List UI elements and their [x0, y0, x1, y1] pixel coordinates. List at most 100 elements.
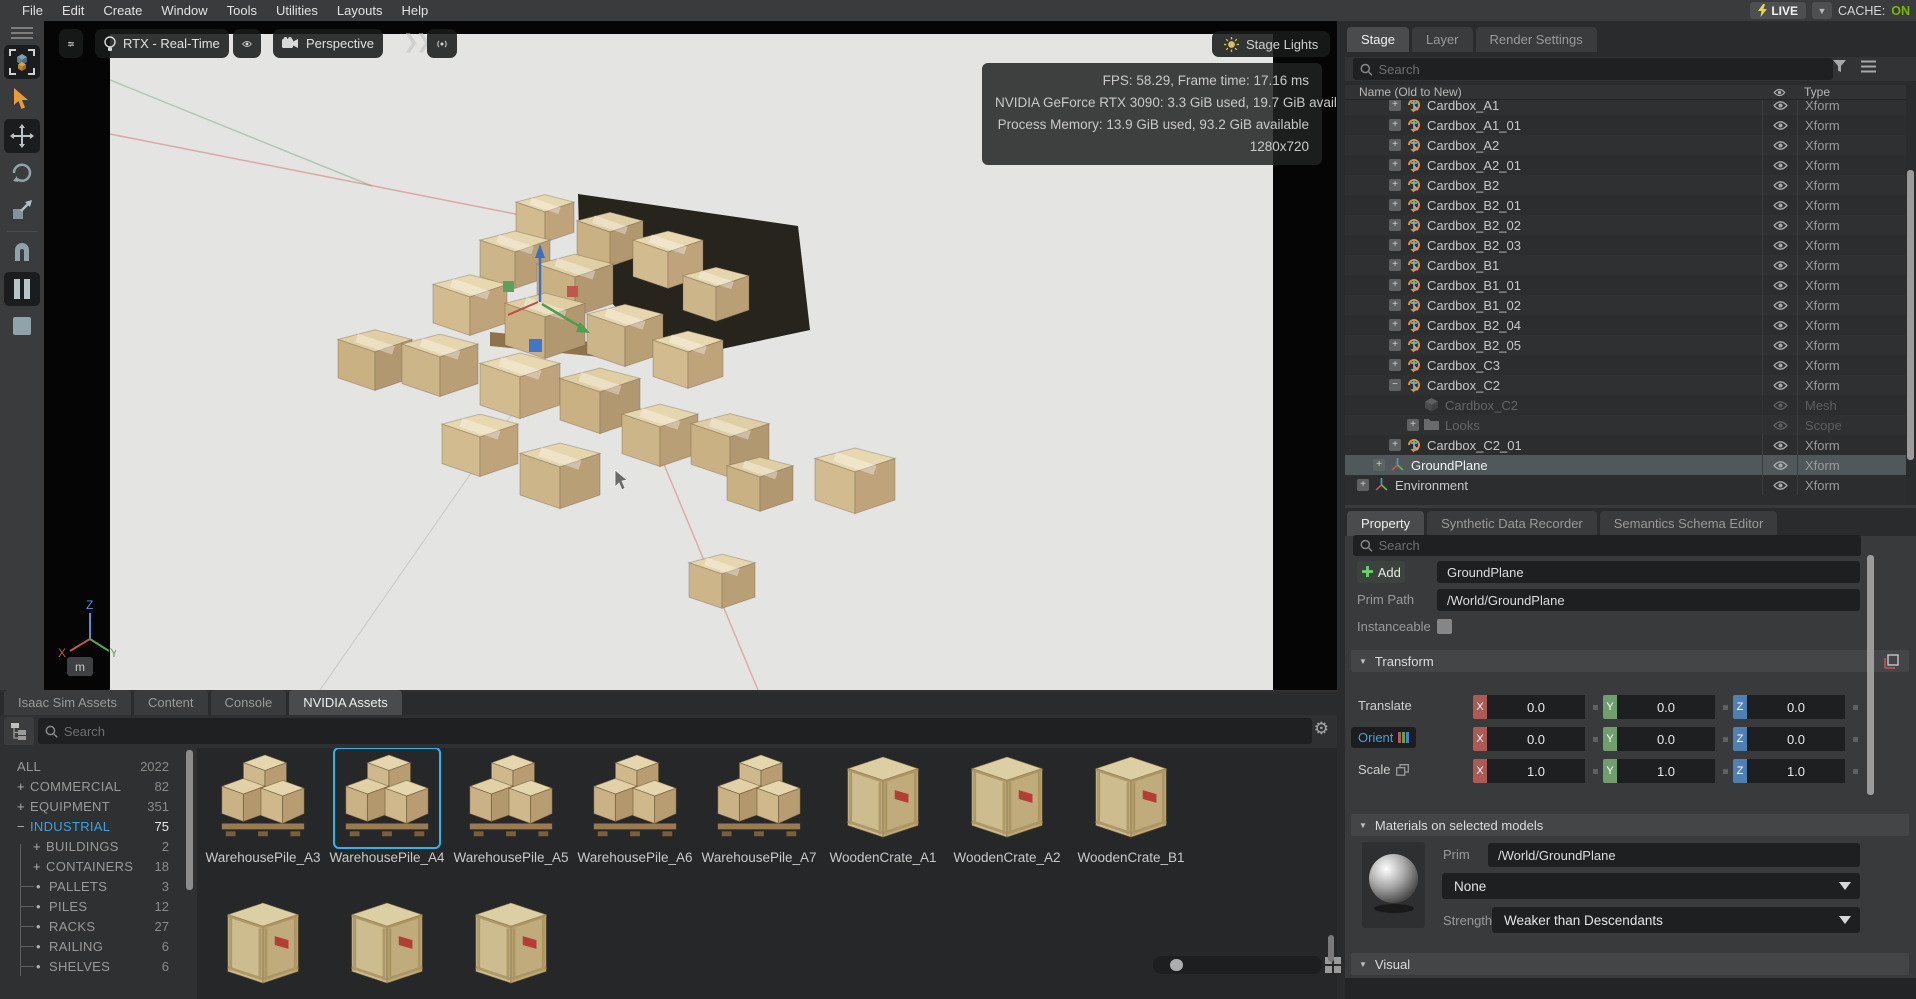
- material-prim-field[interactable]: [1488, 843, 1860, 867]
- visibility-eye-icon[interactable]: [1762, 395, 1797, 415]
- stage-tree-row[interactable]: + Cardbox_C3 Xform: [1345, 355, 1906, 375]
- category-expand-glyph[interactable]: +: [17, 799, 30, 814]
- property-search-input[interactable]: [1379, 538, 1854, 553]
- visibility-eye-icon[interactable]: [1762, 335, 1797, 355]
- stage-tree-row[interactable]: + Cardbox_B2_01 Xform: [1345, 195, 1906, 215]
- stage-tab[interactable]: Stage: [1347, 27, 1409, 52]
- render-settings-button[interactable]: [59, 29, 83, 58]
- asset-item[interactable]: WarehousePile_A6: [579, 749, 691, 865]
- visibility-eye-icon[interactable]: [1762, 115, 1797, 135]
- expand-toggle[interactable]: −: [1389, 379, 1401, 391]
- y-value-field[interactable]: [1617, 727, 1715, 751]
- asset-item[interactable]: [207, 895, 319, 993]
- asset-thumbnail[interactable]: [459, 749, 563, 847]
- expand-toggle[interactable]: +: [1407, 419, 1419, 431]
- property-scrollbar[interactable]: [1867, 555, 1874, 795]
- expand-toggle[interactable]: +: [1389, 259, 1401, 271]
- expand-toggle[interactable]: +: [1389, 339, 1401, 351]
- stage-tree-scrollbar[interactable]: [1907, 170, 1914, 460]
- visual-section-header[interactable]: ▼ Visual: [1351, 953, 1909, 975]
- cursor-select-icon[interactable]: [4, 82, 40, 116]
- visibility-eye-icon[interactable]: [1762, 475, 1797, 495]
- asset-item[interactable]: [455, 895, 567, 993]
- assets-search-input[interactable]: [64, 724, 1305, 739]
- browser-tab[interactable]: NVIDIA Assets: [289, 690, 402, 715]
- expand-toggle[interactable]: +: [1389, 299, 1401, 311]
- stage-lights-button[interactable]: Stage Lights: [1212, 31, 1330, 57]
- category-item[interactable]: • PILES 12: [0, 896, 197, 916]
- column-type[interactable]: Type: [1797, 85, 1906, 99]
- asset-item[interactable]: [331, 895, 443, 993]
- category-item[interactable]: + EQUIPMENT 351: [0, 796, 197, 816]
- expand-toggle[interactable]: +: [1389, 199, 1401, 211]
- expand-toggle[interactable]: +: [1357, 479, 1369, 491]
- prim-name-field[interactable]: [1437, 561, 1860, 583]
- stage-tree-row[interactable]: + Cardbox_C2_01 Xform: [1345, 435, 1906, 455]
- snap-magnet-icon[interactable]: [4, 235, 40, 269]
- stage-tab[interactable]: Render Settings: [1476, 27, 1597, 52]
- reset-dot[interactable]: [1723, 737, 1728, 742]
- category-item[interactable]: • RAILING 6: [0, 936, 197, 956]
- visibility-eye-icon[interactable]: [1762, 255, 1797, 275]
- property-search-field[interactable]: [1353, 535, 1861, 556]
- live-dropdown-button[interactable]: ▼: [1812, 2, 1832, 19]
- category-expand-glyph[interactable]: •: [36, 939, 49, 954]
- live-sync-button[interactable]: LIVE: [1750, 2, 1806, 19]
- visibility-eye-icon[interactable]: [1762, 235, 1797, 255]
- column-name[interactable]: Name (Old to New): [1345, 85, 1762, 99]
- z-value-field[interactable]: [1747, 759, 1845, 783]
- stage-tree-row[interactable]: + Cardbox_A1 Xform: [1345, 100, 1906, 115]
- z-value-field[interactable]: [1747, 695, 1845, 719]
- expand-toggle[interactable]: +: [1389, 279, 1401, 291]
- stage-tree-row[interactable]: + Cardbox_B1_01 Xform: [1345, 275, 1906, 295]
- stage-tree-row[interactable]: + Cardbox_B2_03 Xform: [1345, 235, 1906, 255]
- menu-item[interactable]: Help: [401, 3, 428, 18]
- visibility-eye-icon[interactable]: [1762, 195, 1797, 215]
- reset-dot[interactable]: [1593, 705, 1598, 710]
- reset-dot[interactable]: [1723, 769, 1728, 774]
- category-expand-glyph[interactable]: −: [17, 819, 30, 834]
- visibility-eye-icon[interactable]: [1762, 455, 1797, 475]
- expand-toggle[interactable]: +: [1389, 439, 1401, 451]
- z-value-field[interactable]: [1747, 727, 1845, 751]
- visibility-eye-icon[interactable]: [1762, 100, 1797, 115]
- stage-tree-row[interactable]: + Looks Scope: [1345, 415, 1906, 435]
- stage-tree-row[interactable]: − Cardbox_C2 Xform: [1345, 375, 1906, 395]
- category-expand-glyph[interactable]: +: [17, 779, 30, 794]
- materials-section-header[interactable]: ▼ Materials on selected models: [1351, 814, 1909, 836]
- asset-grid-scrollbar[interactable]: [1328, 935, 1334, 962]
- prim-path-field[interactable]: [1437, 589, 1860, 611]
- stage-search-input[interactable]: [1378, 62, 1826, 77]
- menu-item[interactable]: Edit: [62, 3, 84, 18]
- stage-tree-row[interactable]: + Cardbox_A2 Xform: [1345, 135, 1906, 155]
- visibility-eye-icon[interactable]: [1762, 415, 1797, 435]
- expand-toggle[interactable]: +: [1389, 359, 1401, 371]
- stage-tree-row[interactable]: + Cardbox_B2_04 Xform: [1345, 315, 1906, 335]
- stop-icon[interactable]: [4, 309, 40, 343]
- menu-item[interactable]: File: [22, 3, 43, 18]
- transform-stack-icon[interactable]: [1884, 654, 1899, 669]
- category-item[interactable]: • PALLETS 3: [0, 876, 197, 896]
- expand-toggle[interactable]: +: [1389, 119, 1401, 131]
- asset-item[interactable]: WarehousePile_A3: [207, 749, 319, 865]
- asset-item[interactable]: WarehousePile_A4: [331, 749, 443, 865]
- filter-icon[interactable]: [1833, 60, 1847, 73]
- expand-toggle[interactable]: +: [1389, 159, 1401, 171]
- category-expand-glyph[interactable]: •: [36, 899, 49, 914]
- category-expand-glyph[interactable]: •: [36, 959, 49, 974]
- viewport[interactable]: RTX - Real-Time Perspective ❯❯ Stage Lig…: [44, 21, 1337, 690]
- column-visibility-eye-icon[interactable]: [1762, 88, 1797, 97]
- property-tab[interactable]: Synthetic Data Recorder: [1427, 511, 1597, 536]
- stage-tree-row[interactable]: + Cardbox_A1_01 Xform: [1345, 115, 1906, 135]
- visibility-eye-icon[interactable]: [1762, 355, 1797, 375]
- expand-toggle[interactable]: +: [1389, 219, 1401, 231]
- category-item[interactable]: − INDUSTRIAL 75: [0, 816, 197, 836]
- x-value-field[interactable]: [1487, 727, 1585, 751]
- asset-thumbnail[interactable]: [831, 749, 935, 847]
- expand-toggle[interactable]: +: [1389, 139, 1401, 151]
- asset-item[interactable]: WoodenCrate_A2: [951, 749, 1063, 865]
- property-tab[interactable]: Semantics Schema Editor: [1600, 511, 1778, 536]
- stage-tab[interactable]: Layer: [1412, 27, 1473, 52]
- expand-toggle[interactable]: +: [1389, 100, 1401, 111]
- stage-tree-row[interactable]: + GroundPlane Xform: [1345, 455, 1906, 475]
